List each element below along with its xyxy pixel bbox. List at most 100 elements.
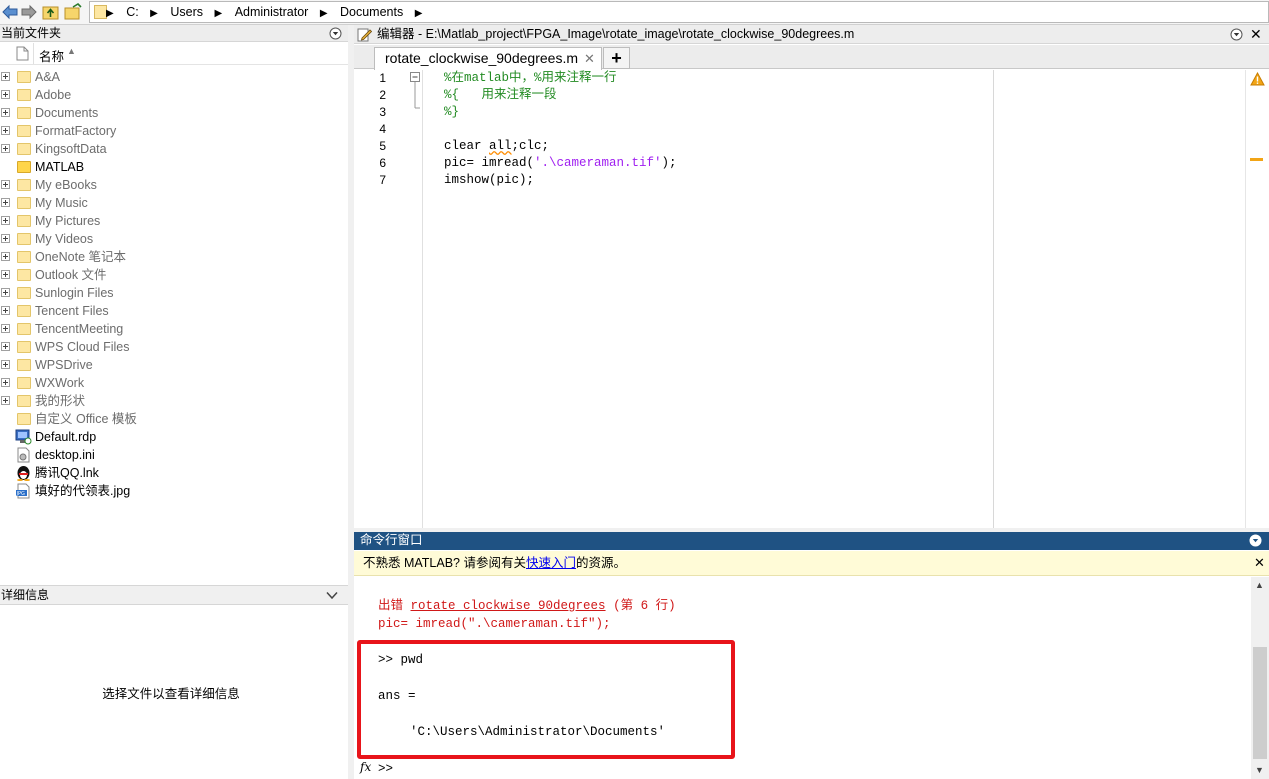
file-list-item[interactable]: desktop.ini [0, 446, 348, 464]
remote-desktop-icon [15, 429, 32, 445]
warning-marker[interactable] [1250, 158, 1263, 161]
file-list-item[interactable]: Documents [0, 104, 348, 122]
file-name-label: My Music [35, 196, 88, 210]
back-arrow-icon[interactable] [1, 3, 19, 21]
file-list-item[interactable]: Tencent Files [0, 302, 348, 320]
expand-icon[interactable] [1, 126, 10, 135]
file-name-label: desktop.ini [35, 448, 95, 462]
current-folder-title: 当前文件夹 [1, 26, 62, 40]
scroll-up-icon[interactable]: ▲ [1255, 580, 1264, 590]
chevron-right-icon[interactable]: ▶ [215, 8, 223, 19]
breadcrumb-users[interactable]: Users [170, 5, 203, 19]
expand-icon[interactable] [1, 90, 10, 99]
file-list-item[interactable]: KingsoftData [0, 140, 348, 158]
file-list-item[interactable]: Default.rdp [0, 428, 348, 446]
chevron-right-icon[interactable]: ▶ [415, 8, 423, 19]
quick-start-link[interactable]: 快速入门 [526, 556, 576, 570]
file-list-item[interactable]: WPS Cloud Files [0, 338, 348, 356]
expand-icon[interactable] [1, 198, 10, 207]
chevron-down-icon[interactable] [326, 591, 338, 600]
expand-icon[interactable] [1, 216, 10, 225]
file-list-header: 名称 ▲ [0, 43, 348, 65]
panel-menu-icon[interactable] [329, 27, 342, 40]
file-list-item[interactable]: My Pictures [0, 212, 348, 230]
expand-icon[interactable] [1, 270, 10, 279]
breadcrumb-drive[interactable]: C: [126, 5, 139, 19]
breadcrumb-administrator[interactable]: Administrator [235, 5, 309, 19]
close-tab-icon[interactable]: ✕ [584, 48, 595, 69]
code-fold-icon[interactable] [408, 72, 422, 112]
folder-icon [17, 341, 31, 353]
sort-ascending-icon[interactable]: ▲ [67, 46, 76, 56]
chevron-right-icon[interactable]: ▶ [106, 8, 114, 19]
code-line-2: %{ 用来注释一段 [444, 88, 557, 102]
file-list-item[interactable]: Sunlogin Files [0, 284, 348, 302]
expand-icon[interactable] [1, 324, 10, 333]
up-folder-icon[interactable] [42, 3, 60, 21]
forward-arrow-icon[interactable] [20, 3, 38, 21]
browse-folder-icon[interactable] [64, 3, 82, 21]
folder-icon [17, 395, 31, 407]
file-name-label: WXWork [35, 376, 85, 390]
chevron-right-icon[interactable]: ▶ [320, 8, 328, 19]
file-list-item[interactable]: FormatFactory [0, 122, 348, 140]
expand-icon[interactable] [1, 180, 10, 189]
file-list-item[interactable]: My eBooks [0, 176, 348, 194]
pencil-edit-icon [357, 28, 372, 42]
panel-menu-icon[interactable] [1230, 28, 1243, 41]
command-prompt-row[interactable]: fx >> [354, 760, 1251, 779]
line-number-gutter: 1 2 3 4 5 6 7 [354, 70, 422, 528]
file-list-item[interactable]: My Videos [0, 230, 348, 248]
file-list-item[interactable]: OneNote 笔记本 [0, 248, 348, 266]
expand-icon[interactable] [1, 288, 10, 297]
file-list-item[interactable]: 自定义 Office 模板 [0, 410, 348, 428]
expand-icon[interactable] [1, 396, 10, 405]
file-name-label: My eBooks [35, 178, 97, 192]
scroll-down-icon[interactable]: ▼ [1255, 765, 1264, 775]
file-list-item[interactable]: My Music [0, 194, 348, 212]
add-tab-button[interactable]: + [603, 47, 630, 69]
file-type-column-icon[interactable] [16, 46, 29, 61]
details-body: 选择文件以查看详细信息 [0, 605, 348, 779]
expand-icon[interactable] [1, 144, 10, 153]
file-list-item[interactable]: A&A [0, 68, 348, 86]
file-name-label: WPS Cloud Files [35, 340, 130, 354]
breadcrumb-documents[interactable]: Documents [340, 5, 403, 19]
scrollbar-thumb[interactable] [1253, 647, 1267, 759]
code-editor[interactable]: %在matlab中，%用来注释一行 %{ 用来注释一段 %} clear all… [444, 70, 1264, 528]
chevron-right-icon[interactable]: ▶ [150, 8, 158, 19]
file-list-item[interactable]: Outlook 文件 [0, 266, 348, 284]
expand-icon[interactable] [1, 234, 10, 243]
file-name-label: My Pictures [35, 214, 101, 228]
file-list-item[interactable]: 我的形状 [0, 392, 348, 410]
code-line-7: imshow(pic); [444, 173, 535, 187]
file-list-item[interactable]: TencentMeeting [0, 320, 348, 338]
panel-menu-icon[interactable] [1249, 534, 1262, 547]
close-icon[interactable]: ✕ [1254, 551, 1265, 575]
expand-icon[interactable] [1, 306, 10, 315]
expand-icon[interactable] [1, 378, 10, 387]
file-list-item[interactable]: 腾讯QQ.lnk [0, 464, 348, 482]
close-icon[interactable]: ✕ [1250, 25, 1262, 43]
file-list-item[interactable]: WPSDrive [0, 356, 348, 374]
file-list-item[interactable]: WXWork [0, 374, 348, 392]
expand-icon[interactable] [1, 342, 10, 351]
file-name-label: 腾讯QQ.lnk [35, 466, 99, 480]
address-path-field[interactable]: ▶ C: ▶ Users ▶ Administrator ▶ Documents… [89, 1, 1269, 23]
tab-rotate-clockwise-file[interactable]: rotate_clockwise_90degrees.m ✕ [374, 47, 602, 70]
folder-icon [17, 125, 31, 137]
expand-icon[interactable] [1, 252, 10, 261]
file-list-item[interactable]: MATLAB [0, 158, 348, 176]
vertical-scrollbar[interactable]: ▲ ▼ [1251, 577, 1269, 779]
warning-icon[interactable] [1250, 72, 1265, 86]
expand-icon[interactable] [1, 72, 10, 81]
file-list-item[interactable]: JPG 填好的代领表.jpg [0, 482, 348, 500]
line-number: 3 [379, 105, 386, 119]
folder-icon [17, 107, 31, 119]
expand-icon[interactable] [1, 108, 10, 117]
file-list-item[interactable]: Adobe [0, 86, 348, 104]
expand-icon[interactable] [1, 360, 10, 369]
name-column-header[interactable]: 名称 [39, 46, 64, 65]
error-file-link[interactable]: rotate_clockwise_90degrees [411, 599, 606, 613]
function-browser-icon[interactable]: fx [360, 760, 371, 774]
